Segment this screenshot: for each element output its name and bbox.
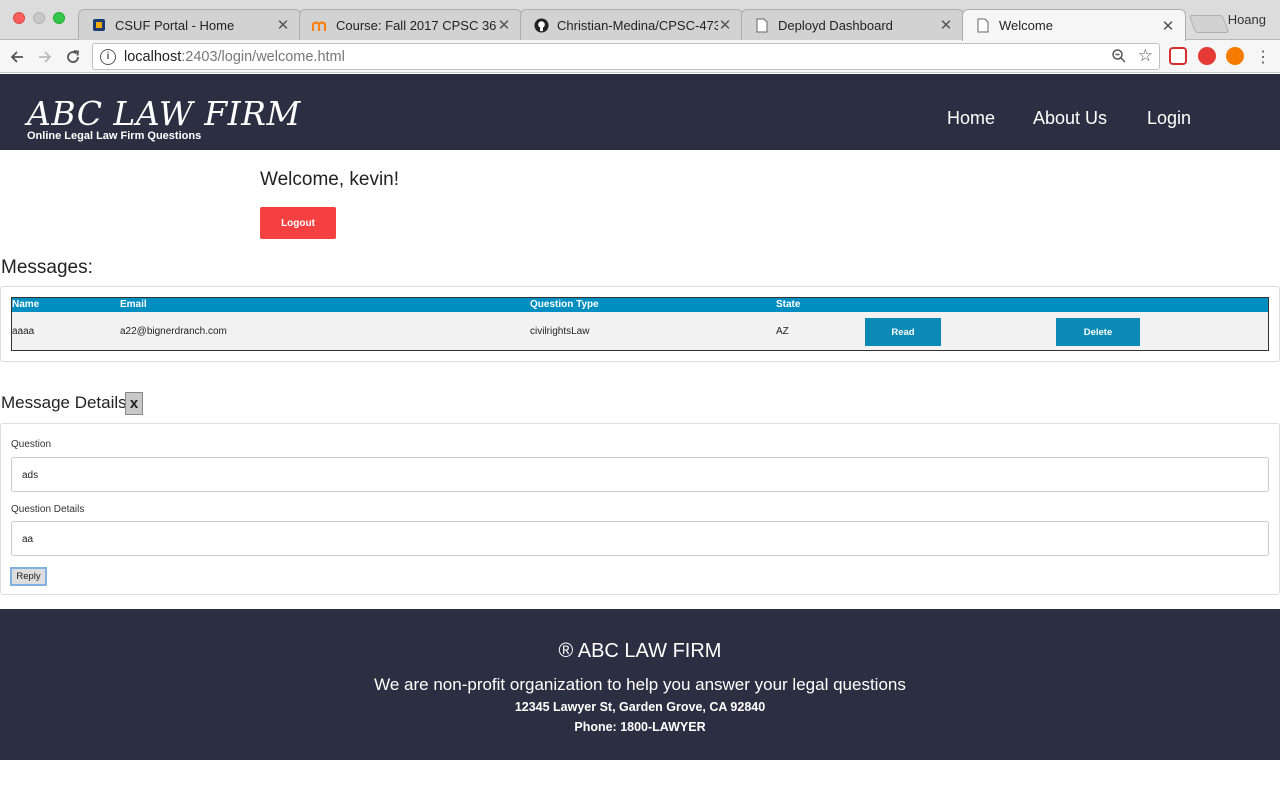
close-icon[interactable]: ✕ xyxy=(718,16,732,34)
close-details-button[interactable]: x xyxy=(125,392,143,415)
tab-title: CSUF Portal - Home xyxy=(115,17,235,33)
tab-title: Christian-Medina/CPSC-473- xyxy=(557,17,718,33)
extension-icon[interactable] xyxy=(1169,47,1187,65)
nav-about-us[interactable]: About Us xyxy=(1033,108,1107,129)
cell-question-type: civilrightsLaw xyxy=(530,326,590,337)
footer-mission: We are non-profit organization to help y… xyxy=(374,675,906,694)
browser-tab[interactable]: Course: Fall 2017 CPSC 362- ✕ xyxy=(299,9,522,40)
delete-button[interactable]: Delete xyxy=(1056,318,1140,346)
address-bar[interactable]: i localhost:2403/login/welcome.html ☆ xyxy=(92,43,1160,70)
table-header: Name Email Question Type State xyxy=(12,298,1268,312)
moodle-icon xyxy=(312,17,328,33)
read-button[interactable]: Read xyxy=(865,318,941,346)
menu-icon[interactable]: ⋮ xyxy=(1252,46,1274,68)
brand-logo[interactable]: ABC LAW FIRM xyxy=(27,94,301,133)
browser-tab[interactable]: CSUF Portal - Home ✕ xyxy=(78,9,301,40)
welcome-message: Welcome, kevin! xyxy=(260,169,400,190)
opera-extension-icon[interactable] xyxy=(1198,47,1216,65)
site-footer: ® ABC LAW FIRM We are non-profit organiz… xyxy=(0,609,1280,760)
nav-home[interactable]: Home xyxy=(947,108,995,129)
column-header-question-type: Question Type xyxy=(530,299,599,310)
new-tab-button[interactable] xyxy=(1188,15,1230,33)
university-icon xyxy=(91,17,107,33)
question-details-field[interactable]: aa xyxy=(11,521,1269,556)
minimize-window-button[interactable] xyxy=(33,12,45,24)
message-details-title: Message Details xyxy=(1,393,127,412)
tab-title: Deployd Dashboard xyxy=(778,17,893,33)
logout-button[interactable]: Logout xyxy=(260,207,336,239)
url-host: localhost xyxy=(124,48,182,65)
question-label: Question xyxy=(11,439,52,450)
forward-icon[interactable] xyxy=(34,46,56,68)
column-header-state: State xyxy=(776,299,801,310)
maximize-window-button[interactable] xyxy=(53,12,65,24)
question-field[interactable]: ads xyxy=(11,457,1269,492)
close-icon[interactable]: ✕ xyxy=(1161,17,1175,35)
github-icon xyxy=(533,17,549,33)
messages-table: Name Email Question Type State aaaa a22@… xyxy=(11,297,1269,351)
column-header-email: Email xyxy=(120,299,147,310)
footer-brand: ® ABC LAW FIRM xyxy=(558,640,722,662)
footer-address: 12345 Lawyer St, Garden Grove, CA 92840 xyxy=(514,700,766,714)
message-details-panel xyxy=(0,423,1280,595)
reload-icon[interactable] xyxy=(62,46,84,68)
question-details-label: Question Details xyxy=(11,504,85,515)
page-icon xyxy=(975,18,991,34)
close-icon[interactable]: ✕ xyxy=(497,16,511,34)
table-row[interactable]: aaaa a22@bignerdranch.com civilrightsLaw… xyxy=(12,312,1268,350)
browser-tab-active[interactable]: Welcome ✕ xyxy=(962,9,1186,41)
cell-email: a22@bignerdranch.com xyxy=(120,326,227,337)
duckduckgo-extension-icon[interactable] xyxy=(1226,47,1244,65)
browser-toolbar: i localhost:2403/login/welcome.html ☆ ⋮ xyxy=(0,40,1280,73)
tab-title: Course: Fall 2017 CPSC 362- xyxy=(336,17,497,33)
browser-tab[interactable]: Deployd Dashboard ✕ xyxy=(741,9,964,40)
messages-title: Messages: xyxy=(1,257,93,278)
info-icon[interactable]: i xyxy=(100,48,116,65)
bookmark-star-icon[interactable]: ☆ xyxy=(1138,46,1153,66)
page-icon xyxy=(754,17,770,33)
cell-name: aaaa xyxy=(12,326,35,337)
url-path: :2403/login/welcome.html xyxy=(181,48,345,65)
footer-phone: Phone: 1800-LAWYER xyxy=(574,720,706,734)
close-icon[interactable]: ✕ xyxy=(939,16,953,34)
nav-login[interactable]: Login xyxy=(1147,108,1191,129)
site-header: ABC LAW FIRM Online Legal Law Firm Quest… xyxy=(0,74,1280,150)
close-icon[interactable]: ✕ xyxy=(276,16,290,34)
browser-tabstrip: CSUF Portal - Home ✕ Course: Fall 2017 C… xyxy=(0,0,1280,41)
close-window-button[interactable] xyxy=(13,12,25,24)
reply-button[interactable]: Reply xyxy=(10,567,47,586)
back-icon[interactable] xyxy=(6,46,28,68)
column-header-name: Name xyxy=(12,299,40,310)
browser-tab[interactable]: Christian-Medina/CPSC-473- ✕ xyxy=(520,9,743,40)
profile-name[interactable]: Hoang xyxy=(1228,12,1266,27)
zoom-icon[interactable] xyxy=(1111,48,1127,68)
cell-state: AZ xyxy=(776,326,789,337)
brand-tagline: Online Legal Law Firm Questions xyxy=(27,130,202,142)
tab-title: Welcome xyxy=(999,18,1053,33)
